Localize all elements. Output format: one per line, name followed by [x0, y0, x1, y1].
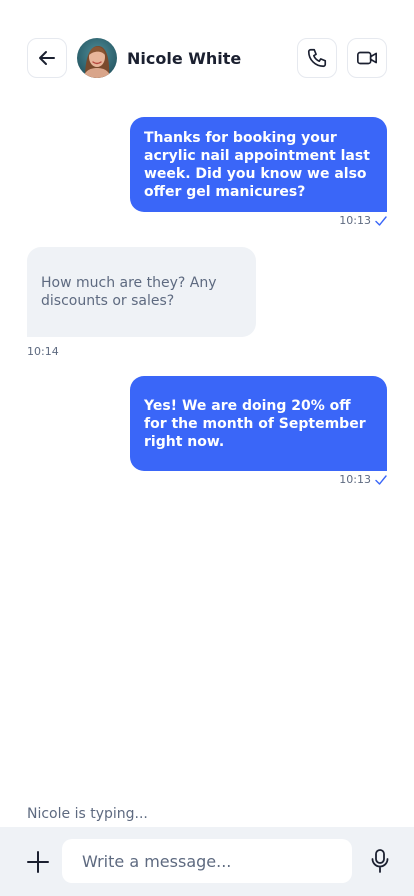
message-meta: 10:14	[27, 345, 59, 358]
message-bubble-incoming[interactable]: How much are they? Any discounts or sale…	[27, 247, 256, 337]
arrow-left-icon	[39, 51, 55, 65]
avatar-image	[77, 38, 117, 78]
message-bubble-outgoing[interactable]: Thanks for booking your acrylic nail app…	[130, 117, 387, 212]
checkmark-icon	[375, 215, 387, 226]
message-time: 10:14	[27, 345, 59, 358]
chat-header: Nicole White	[27, 38, 387, 78]
message-meta: 10:13	[339, 473, 387, 486]
message-composer	[0, 827, 414, 896]
message-input[interactable]	[62, 839, 352, 883]
message-text: Yes! We are doing 20% off for the month …	[144, 397, 366, 450]
add-attachment-button[interactable]	[24, 848, 52, 876]
message-text: How much are they? Any discounts or sale…	[41, 275, 217, 309]
phone-icon	[307, 48, 327, 68]
microphone-icon	[371, 849, 389, 873]
back-button[interactable]	[27, 38, 67, 78]
voice-message-button[interactable]	[368, 847, 392, 875]
contact-name: Nicole White	[127, 48, 242, 68]
checkmark-icon	[375, 474, 387, 485]
call-button[interactable]	[297, 38, 337, 78]
message-bubble-outgoing[interactable]: Yes! We are doing 20% off for the month …	[130, 376, 387, 471]
video-camera-icon	[357, 51, 377, 65]
avatar[interactable]	[77, 38, 117, 78]
message-time: 10:13	[339, 473, 371, 486]
message-time: 10:13	[339, 214, 371, 227]
header-actions	[297, 38, 387, 78]
typing-indicator: Nicole is typing...	[27, 806, 148, 822]
plus-icon	[27, 851, 49, 873]
message-text: Thanks for booking your acrylic nail app…	[144, 129, 370, 200]
message-meta: 10:13	[339, 214, 387, 227]
video-call-button[interactable]	[347, 38, 387, 78]
